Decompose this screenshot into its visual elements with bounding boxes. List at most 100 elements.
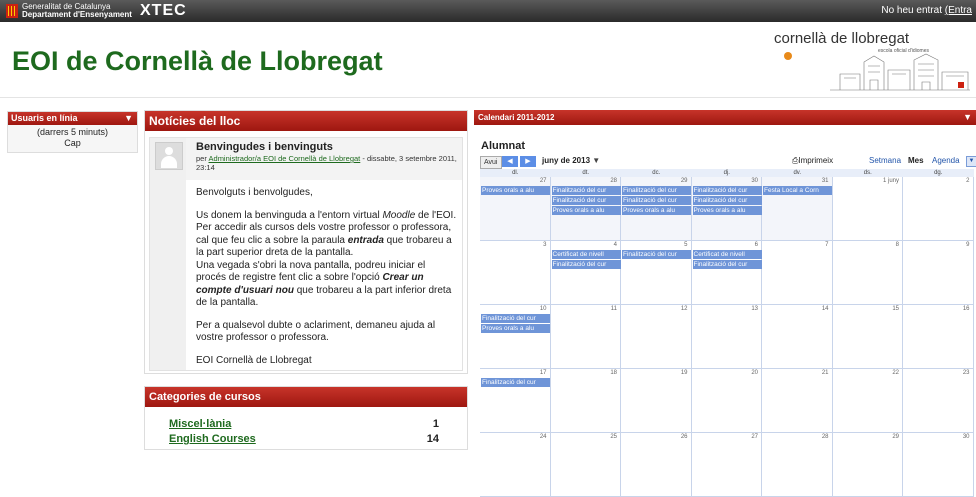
calendar-day-cell[interactable]: 3 [480, 241, 551, 305]
calendar-event[interactable]: Finalització del cur [481, 378, 550, 387]
online-users-block: Usuaris en línia ▼ (darrers 5 minuts) Ca… [7, 111, 138, 153]
day-number: 27 [751, 434, 758, 440]
day-number: 5 [684, 242, 688, 248]
calendar-day-cell[interactable]: 24 [480, 433, 551, 497]
calendar-day-cell[interactable]: 8 [832, 241, 903, 305]
calendar-day-cell[interactable]: 28 [762, 433, 833, 497]
calendar-day-cell[interactable]: 4 Certificat de nivell Finalització del cu… [550, 241, 621, 305]
calendar-event[interactable]: Finalització del cur [551, 186, 621, 195]
month-selector[interactable]: juny de 2013 ▼ [542, 156, 600, 165]
post-byline: per Administrador/a EOI de Cornellà de L… [196, 154, 457, 172]
calendar-event[interactable]: Finalització del cur [692, 186, 762, 195]
calendar-day-cell[interactable]: 10 Finalització del cur Proves orals a alu [480, 305, 551, 369]
view-agenda-tab[interactable]: Agenda [932, 156, 960, 165]
calendar-event[interactable]: Certificat de nivell [551, 250, 621, 259]
calendar-day-cell[interactable]: 26 [621, 433, 692, 497]
calendar-day-cell[interactable]: 12 [621, 305, 692, 369]
calendar-day-cell[interactable]: 18 [550, 369, 621, 433]
login-status: No heu entrat [881, 5, 942, 16]
calendar-day-cell[interactable]: 25 [550, 433, 621, 497]
categories-header: Categories de cursos [145, 387, 467, 407]
calendar-event[interactable]: Proves orals a alu [622, 206, 691, 215]
calendar-day-cell[interactable]: 15 [832, 305, 903, 369]
day-number: 31 [821, 178, 829, 184]
calendar-event[interactable]: Proves orals a alu [551, 206, 621, 215]
day-number: 6 [754, 242, 758, 248]
gencat-text: Generalitat de Catalunya Departament d'E… [22, 3, 132, 19]
calendar-event[interactable]: Finalització del cur [622, 186, 691, 195]
print-link[interactable]: ⎙Imprimeix [792, 156, 833, 166]
logo-name: cornellà de llobregat [774, 30, 910, 47]
calendar-day-cell[interactable]: 9 [903, 241, 974, 305]
calendar-day-cell[interactable]: 31 Festa Local a Corn [762, 177, 833, 241]
calendar-event[interactable]: Finalització del cur [481, 314, 550, 323]
logo-dot-icon [784, 52, 792, 60]
calendar-day-cell[interactable]: 6 Certificat de nivell Finalització del cu… [691, 241, 762, 305]
day-number: 1 juny [882, 178, 899, 184]
calendar-event[interactable]: Finalització del cur [692, 260, 762, 269]
calendar-event[interactable]: Proves orals a alu [692, 206, 762, 215]
calendar-event[interactable]: Proves orals a alu [481, 324, 550, 333]
calendar-event[interactable]: Proves orals a alu [481, 186, 550, 195]
calendar-grid: dl. dt. dc. dj. dv. ds. dg. 27 Proves orals a al… [480, 169, 976, 497]
calendar-day-cell[interactable]: 21 [762, 369, 833, 433]
post-author-link[interactable]: Administrador/a EOI de Cornellà de Llobr… [209, 154, 361, 163]
online-users-header[interactable]: Usuaris en línia ▼ [8, 112, 137, 125]
calendar-header[interactable]: Calendari 2011-2012 ▼ [474, 110, 976, 125]
post-body: Benvolguts i benvolgudes, Us donem la be… [196, 187, 458, 377]
prev-month-icon[interactable]: ◀ [502, 156, 518, 167]
calendar-day-cell[interactable]: 14 [762, 305, 833, 369]
day-number: 9 [966, 242, 970, 248]
category-row: Miscel·lània 1 [169, 418, 439, 430]
calendar-day-cell[interactable]: 30 Finalització del cur Finalització del c… [691, 177, 762, 241]
calendar-day-cell[interactable]: 28 Finalització del cur Finalització del c… [550, 177, 621, 241]
calendar-day-cell[interactable]: 23 [903, 369, 974, 433]
online-users-period: (darrers 5 minuts) [36, 127, 108, 137]
collapse-icon[interactable]: ▼ [963, 110, 972, 125]
news-header: Notícies del lloc [145, 111, 467, 131]
day-number: 15 [892, 306, 899, 312]
calendar-day-cell[interactable]: 16 [903, 305, 974, 369]
calendar-day-cell[interactable]: 19 [621, 369, 692, 433]
calendar-day-cell[interactable]: 30 [903, 433, 974, 497]
next-month-icon[interactable]: ▶ [520, 156, 536, 167]
view-week-tab[interactable]: Setmana [869, 156, 901, 165]
calendar-event[interactable]: Finalització del cur [692, 196, 762, 205]
news-post: Benvingudes i benvinguts per Administrad… [149, 137, 463, 371]
calendar-event[interactable]: Finalització del cur [622, 250, 691, 259]
login-link[interactable]: (Entra [945, 5, 972, 16]
post-signature: EOI Cornellà de Llobregat [196, 354, 312, 366]
calendar-event[interactable]: Festa Local a Corn [763, 186, 832, 195]
calendar-day-cell[interactable]: 17 Finalització del cur [480, 369, 551, 433]
calendar-day-cell[interactable]: 27 Proves orals a alu [480, 177, 551, 241]
view-menu-icon[interactable]: ▼ [966, 156, 976, 167]
view-month-tab[interactable]: Mes [908, 156, 924, 165]
post-greeting: Benvolguts i benvolgudes, [196, 187, 313, 198]
calendar-day-cell[interactable]: 11 [550, 305, 621, 369]
calendar-event[interactable]: Finalització del cur [622, 196, 691, 205]
category-link-miscellania[interactable]: Miscel·lània [169, 418, 231, 430]
today-button[interactable]: Avui [480, 156, 502, 169]
calendar-day-cell[interactable]: 20 [691, 369, 762, 433]
calendar-event[interactable]: Finalització del cur [551, 260, 621, 269]
calendar-day-cell[interactable]: 7 [762, 241, 833, 305]
calendar-day-cell[interactable]: 29 Finalització del cur Finalització del c… [621, 177, 692, 241]
calendar-day-cell[interactable]: 13 [691, 305, 762, 369]
calendar-day-cell[interactable]: 27 [691, 433, 762, 497]
avatar[interactable] [155, 142, 183, 170]
collapse-icon[interactable]: ▼ [124, 112, 133, 125]
day-number: 8 [895, 242, 899, 248]
calendar-day-cell[interactable]: 5 Finalització del cur [621, 241, 692, 305]
calendar-title: Alumnat [481, 140, 525, 152]
calendar-event[interactable]: Certificat de nivell [692, 250, 762, 259]
calendar-day-cell[interactable]: 22 [832, 369, 903, 433]
day-number: 2 [966, 178, 970, 184]
day-number: 26 [680, 434, 688, 440]
calendar-event[interactable]: Finalització del cur [551, 196, 621, 205]
xtec-logo[interactable]: XTEC [140, 2, 187, 20]
calendar-day-cell[interactable]: 29 [832, 433, 903, 497]
calendar-day-cell[interactable]: 1 juny [832, 177, 903, 241]
post-header: Benvingudes i benvinguts per Administrad… [186, 138, 462, 180]
category-link-english-courses[interactable]: English Courses [169, 433, 256, 445]
calendar-day-cell[interactable]: 2 [903, 177, 974, 241]
